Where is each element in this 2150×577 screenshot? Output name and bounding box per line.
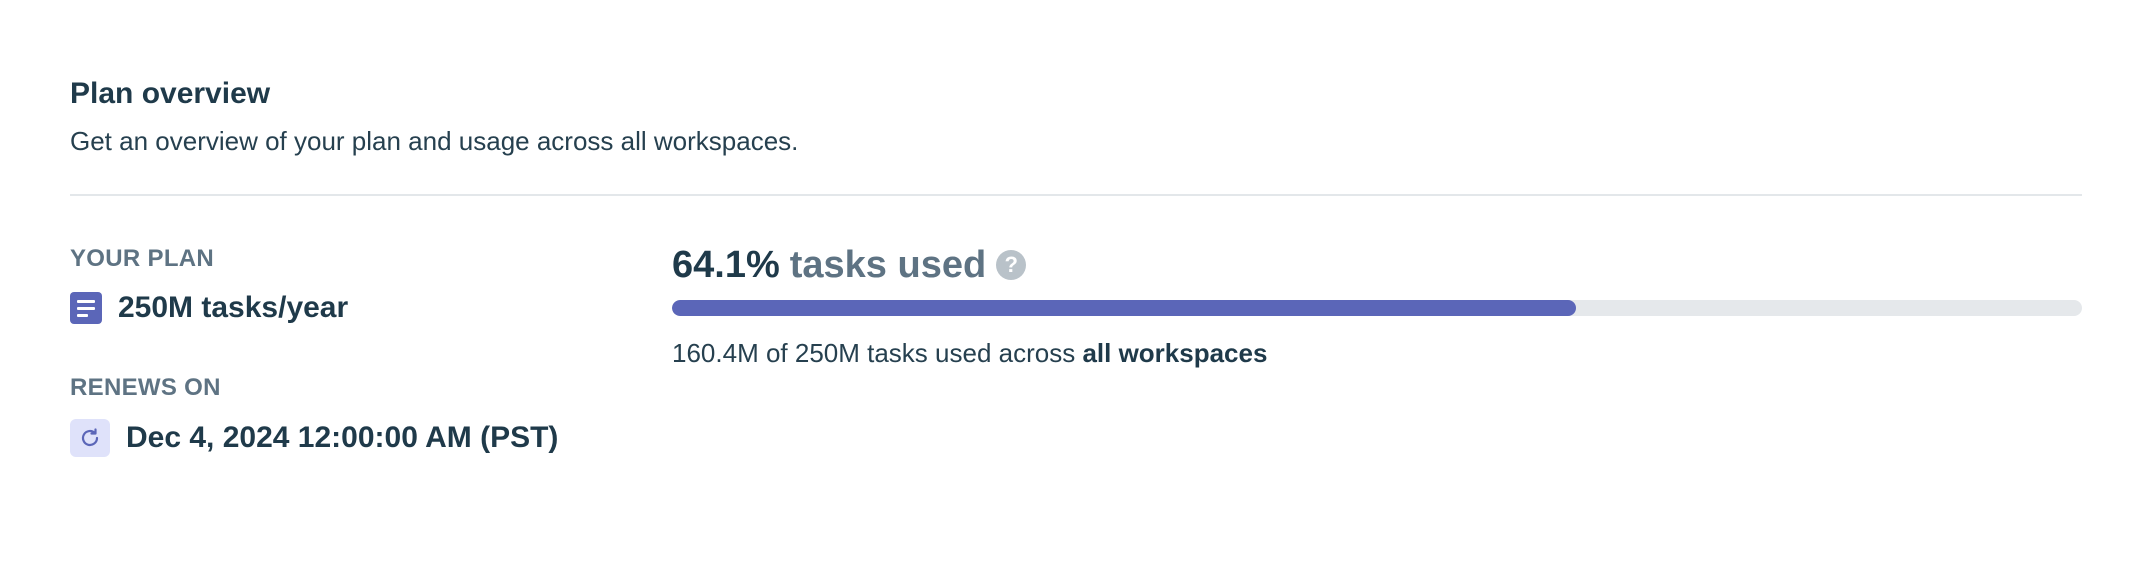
plan-value: 250M tasks/year xyxy=(118,291,349,324)
usage-detail: 160.4M of 250M tasks used across all wor… xyxy=(672,335,1267,371)
usage-progress-fill xyxy=(672,300,1576,316)
plan-value-row: 250M tasks/year xyxy=(70,288,348,328)
usage-suffix: tasks used xyxy=(789,244,987,286)
renewal-date: Dec 4, 2024 12:00:00 AM (PST) xyxy=(126,421,559,454)
refresh-icon xyxy=(70,419,110,457)
divider xyxy=(70,194,2082,196)
your-plan-label: YOUR PLAN xyxy=(70,245,215,272)
usage-heading: 64.1% tasks used ? xyxy=(672,240,1027,290)
usage-detail-emphasis: all workspaces xyxy=(1082,338,1268,368)
question-circle-icon[interactable]: ? xyxy=(996,250,1027,280)
section-title: Plan overview xyxy=(70,77,271,110)
section-description: Get an overview of your plan and usage a… xyxy=(70,126,799,156)
renews-on-label: RENEWS ON xyxy=(70,374,221,401)
renewal-value-row: Dec 4, 2024 12:00:00 AM (PST) xyxy=(70,418,558,458)
usage-detail-text: 160.4M of 250M tasks used across xyxy=(672,338,1076,368)
usage-percent: 64.1% xyxy=(672,244,780,286)
document-icon xyxy=(70,292,102,324)
usage-progress-bar xyxy=(672,300,2082,316)
